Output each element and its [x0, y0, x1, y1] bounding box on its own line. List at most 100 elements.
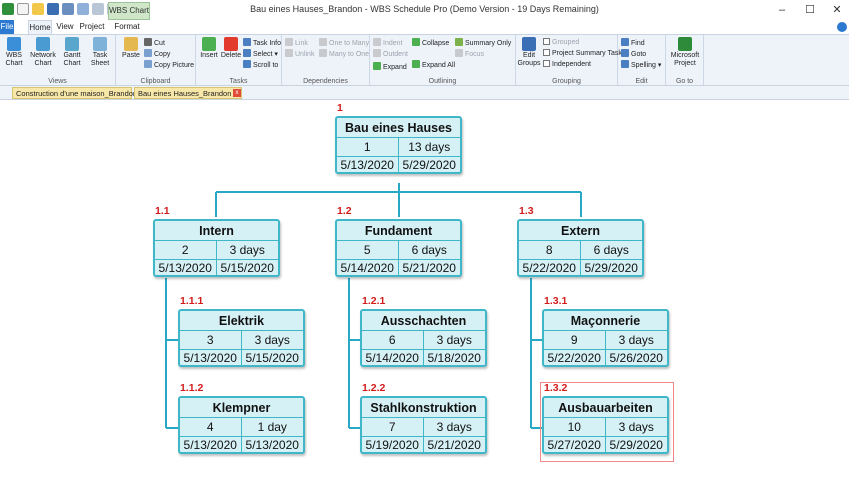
edit-groups-button[interactable]: Edit Groups	[516, 37, 542, 68]
wbs-chart-button[interactable]: WBS Chart	[1, 37, 27, 68]
spelling-dropdown[interactable]: Spelling ▾	[621, 60, 661, 70]
goto-group-label: Go to	[675, 78, 694, 85]
wbs-task-box[interactable]: Ausschachten 6 3 days 5/14/2020 5/18/2020	[360, 309, 487, 367]
tab-format[interactable]: Format	[113, 20, 141, 34]
doc-tab-bau-eines-hauses[interactable]: Bau eines Hauses_Brandon	[134, 87, 242, 99]
task-info-button[interactable]: Task Info	[243, 38, 281, 48]
maximize-button[interactable]: ☐	[796, 2, 824, 18]
task-id: 1	[337, 138, 399, 157]
task-id: 8	[519, 241, 581, 260]
task-end-date: 5/15/2020	[245, 351, 299, 365]
outdent-button[interactable]: Outdent	[373, 49, 408, 59]
task-id: 2	[155, 241, 217, 260]
paste-button[interactable]: Paste	[120, 37, 142, 60]
goto-label: Goto	[631, 51, 647, 58]
find-icon	[621, 38, 629, 46]
wbs-task-box[interactable]: Intern 2 3 days 5/13/2020 5/15/2020	[153, 219, 280, 277]
find-button[interactable]: Find	[621, 38, 645, 48]
outdent-label: Outdent	[383, 51, 408, 58]
task-sheet-button[interactable]: Task Sheet	[86, 37, 114, 68]
copy-button[interactable]: Copy	[144, 49, 170, 59]
independent-checkbox[interactable]: Independent	[543, 60, 591, 70]
wbs-task-box[interactable]: Elektrik 3 3 days 5/13/2020 5/15/2020	[178, 309, 305, 367]
microsoft-project-button[interactable]: Microsoft Project	[667, 37, 703, 68]
unlink-button[interactable]: Unlink	[285, 49, 314, 59]
tab-project[interactable]: Project	[78, 20, 106, 34]
wbs-task-box[interactable]: Bau eines Hauses 1 13 days 5/13/2020 5/29/20…	[335, 116, 462, 174]
task-duration: 1 day	[241, 418, 303, 437]
task-start-date: 5/19/2020	[362, 437, 424, 454]
task-id: 4	[180, 418, 242, 437]
expand-button[interactable]: Expand	[373, 62, 407, 72]
collapse-label: Collapse	[422, 40, 450, 47]
task-start-date: 5/13/2020	[337, 157, 399, 174]
delete-icon	[224, 37, 238, 51]
scroll-to-label: Scroll to	[253, 62, 279, 69]
cut-button[interactable]: Cut	[144, 38, 165, 48]
task-end-date: 5/15/2020	[220, 261, 274, 275]
link-button[interactable]: Link	[285, 38, 308, 48]
close-tab-icon[interactable]: x	[233, 89, 241, 97]
summary-only-button[interactable]: Summary Only	[455, 38, 511, 48]
scroll-to-button[interactable]: Scroll to	[243, 60, 278, 70]
tab-view[interactable]: View	[56, 20, 74, 34]
one-to-many-button[interactable]: One to Many	[319, 38, 369, 48]
tab-home[interactable]: Home	[28, 20, 52, 34]
wbs-task-box[interactable]: Stahlkonstruktion 7 3 days 5/19/2020 5/21/20…	[360, 396, 487, 454]
task-start-date: 5/14/2020	[337, 260, 399, 277]
help-icon[interactable]	[837, 22, 847, 32]
outdent-icon	[373, 49, 381, 57]
many-to-one-button[interactable]: Many to One	[319, 49, 369, 59]
expand-all-button[interactable]: Expand All	[412, 60, 455, 70]
wbs-task-box[interactable]: Extern 8 6 days 5/22/2020 5/29/2020	[517, 219, 644, 277]
wbs-number: 1.3	[519, 205, 534, 217]
close-button[interactable]: ✕	[823, 2, 849, 18]
copy-label: Copy	[154, 51, 171, 58]
task-name: Elektrik	[180, 311, 303, 331]
minimize-button[interactable]: –	[768, 2, 796, 18]
collapse-button[interactable]: Collapse	[412, 38, 449, 48]
wbs-chart-canvas[interactable]: Bau eines Hauses 1 13 days 5/13/2020 5/29/20…	[0, 100, 849, 488]
edit-group-label: Edit	[635, 78, 648, 85]
grouped-checkbox-box	[543, 38, 550, 45]
select-dropdown[interactable]: Select ▾	[243, 49, 278, 59]
find-label: Find	[631, 40, 645, 47]
indent-button[interactable]: Indent	[373, 38, 402, 48]
expand-label: Expand	[383, 64, 407, 71]
gantt-chart-button[interactable]: Gantt Chart	[59, 37, 85, 68]
title-bar: WBS Chart Bau eines Hauses_Brandon - WBS…	[0, 0, 849, 20]
delete-button[interactable]: Delete	[220, 37, 242, 60]
select-label: Select	[253, 51, 273, 58]
task-duration: 3 days	[423, 418, 485, 437]
insert-button[interactable]: Insert	[198, 37, 220, 60]
task-id: 10	[544, 418, 606, 437]
gantt-chart-icon	[65, 37, 79, 51]
link-label: Link	[295, 40, 308, 47]
goto-button[interactable]: Goto	[621, 49, 646, 59]
wbs-task-box[interactable]: Fundament 5 6 days 5/14/2020 5/21/2020	[335, 219, 462, 277]
wbs-task-box[interactable]: Maçonnerie 9 3 days 5/22/2020 5/26/2020	[542, 309, 669, 367]
spelling-icon	[621, 60, 629, 68]
task-name: Extern	[519, 221, 642, 241]
project-summary-task-checkbox[interactable]: Project Summary Task	[543, 49, 622, 59]
project-summary-task-checkbox-box	[543, 49, 550, 56]
focus-button[interactable]: Focus	[455, 49, 484, 59]
task-duration: 3 days	[241, 331, 303, 350]
unlink-icon	[285, 49, 293, 57]
focus-icon	[455, 49, 463, 57]
one-to-many-icon	[319, 38, 327, 46]
wbs-task-box[interactable]: Ausbauarbeiten 10 3 days 5/27/2020 5/29/2020	[542, 396, 669, 454]
network-chart-button[interactable]: Network Chart	[28, 37, 58, 68]
wbs-number: 1	[337, 102, 343, 114]
task-duration: 6 days	[398, 241, 460, 260]
grouped-checkbox[interactable]: Grouped	[543, 38, 579, 48]
tab-file[interactable]: File	[0, 20, 14, 34]
wbs-task-box[interactable]: Klempner 4 1 day 5/13/2020 5/13/2020	[178, 396, 305, 454]
task-id: 9	[544, 331, 606, 350]
network-chart-icon	[36, 37, 50, 51]
doc-tab-construction[interactable]: Construction d'une maison_Brandon	[12, 87, 137, 99]
copy-picture-button[interactable]: Copy Picture	[144, 60, 194, 70]
grouping-group-label: Grouping	[552, 78, 581, 85]
task-end-date: 5/29/2020	[609, 438, 663, 452]
task-start-date: 5/13/2020	[180, 437, 242, 454]
